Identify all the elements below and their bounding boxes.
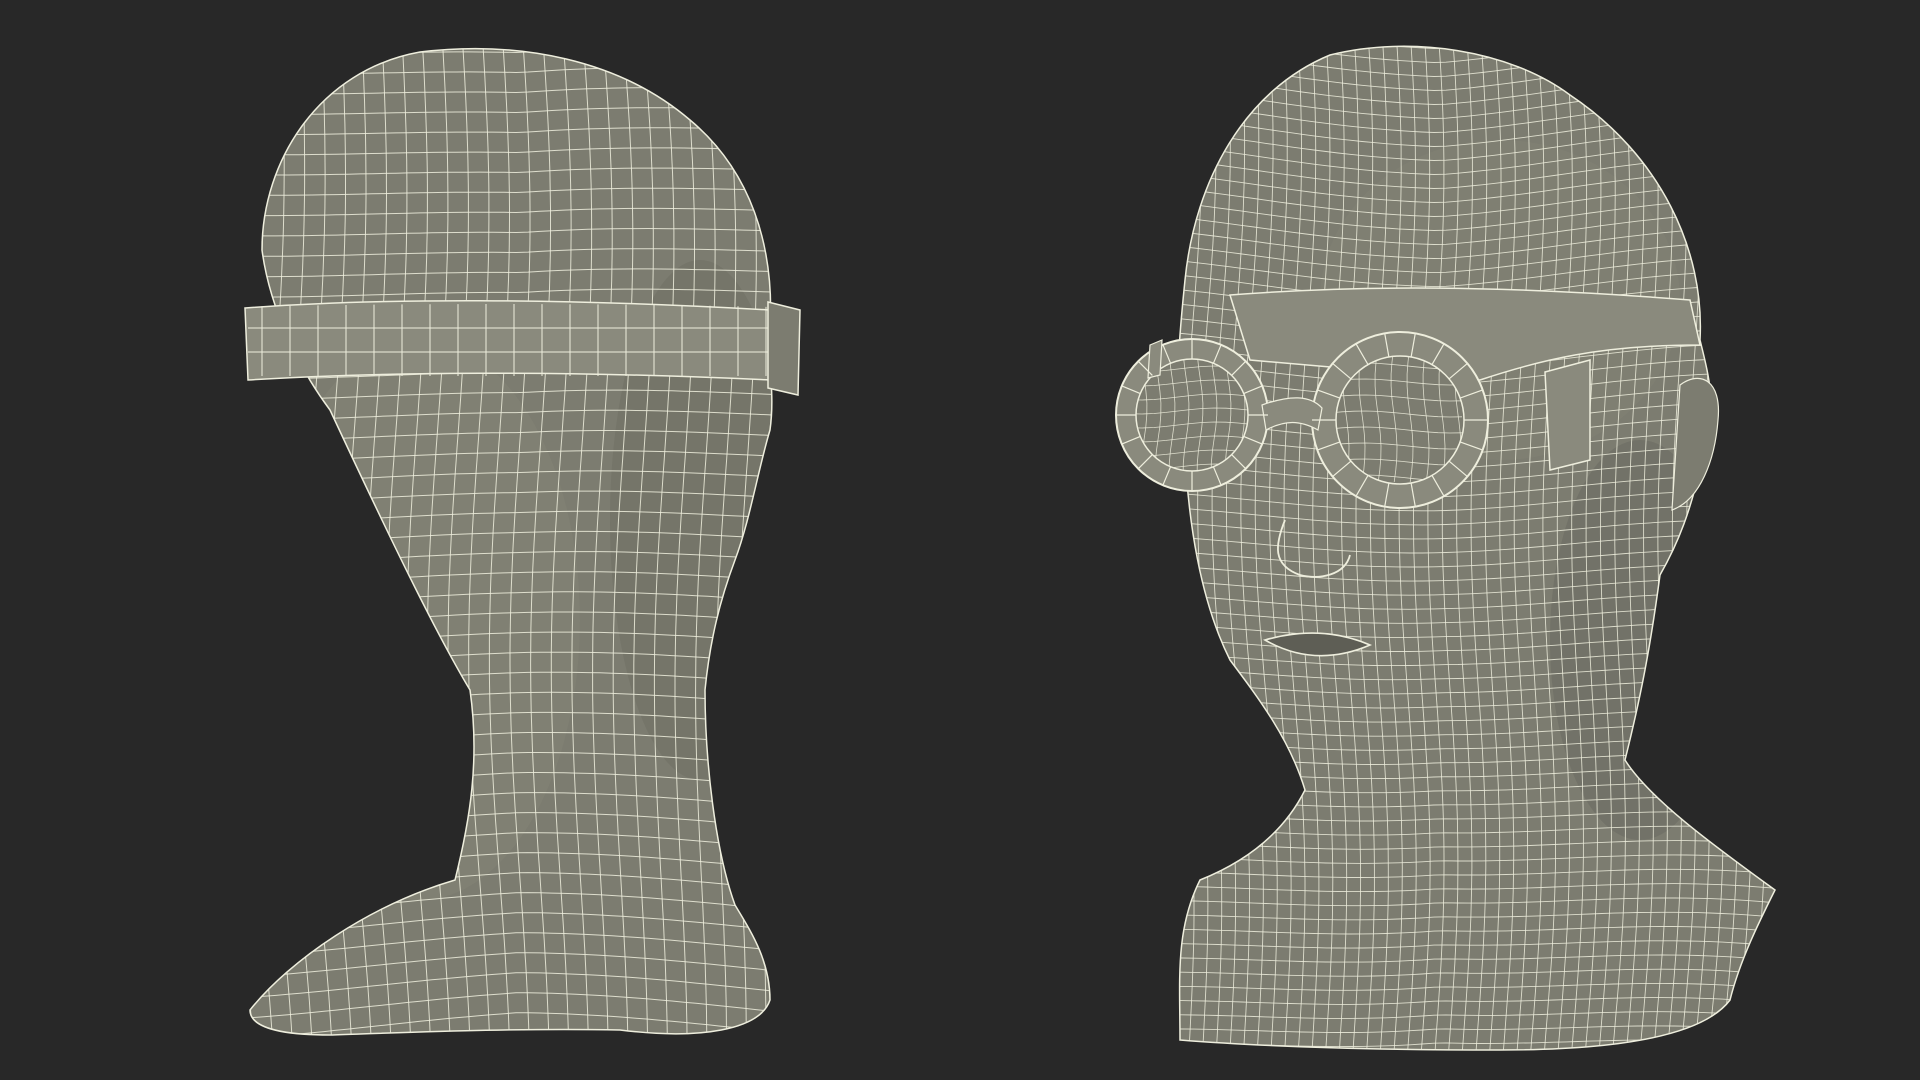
back-view-head <box>244 47 801 1036</box>
wireframe-scene <box>244 45 1776 1051</box>
front-view-head <box>1115 45 1776 1051</box>
render-viewport <box>0 0 1920 1080</box>
front-ear <box>1671 377 1720 511</box>
